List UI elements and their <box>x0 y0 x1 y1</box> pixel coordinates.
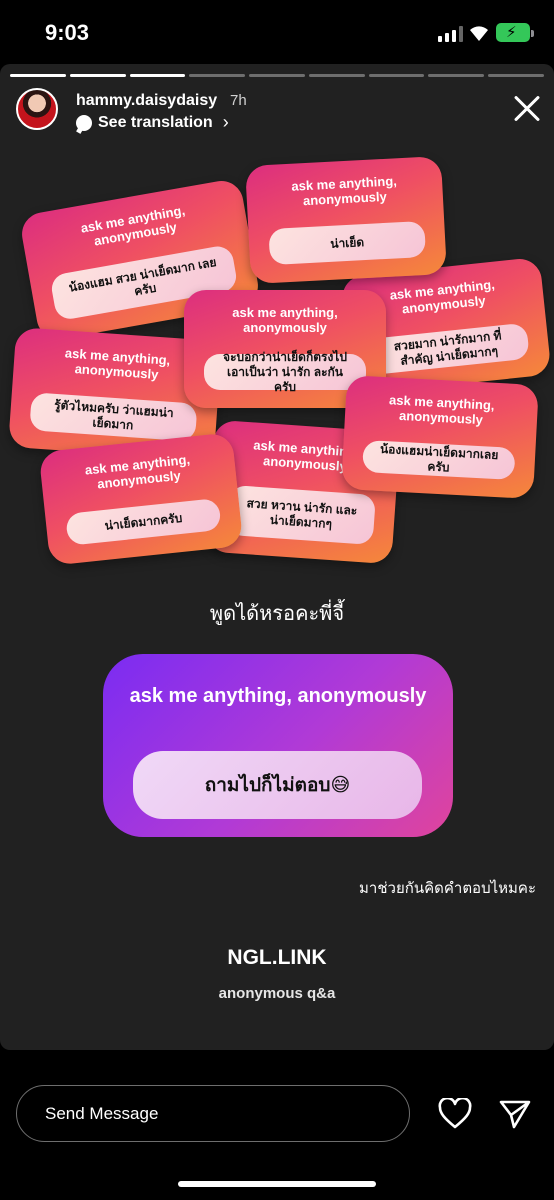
speech-bubble-icon <box>76 114 92 131</box>
see-translation-link[interactable]: See translation › <box>76 112 229 133</box>
story-progress-bars <box>10 74 545 77</box>
card-question: ask me anything, anonymously <box>232 305 338 335</box>
main-question-card: ask me anything, anonymously ถามไปก็ไม่ต… <box>103 654 453 837</box>
card-answer: สวย หวาน น่ารัก และน่าเย็ดมากๆ <box>226 484 376 545</box>
question-card: ask me anything, anonymously น่าเย็ด <box>245 155 447 285</box>
question-card: ask me anything, anonymously น้องแฮมน่าเ… <box>341 375 539 499</box>
status-bar: 9:03 ⚡ <box>0 0 554 62</box>
story-age: 7h <box>230 92 247 109</box>
heart-icon[interactable] <box>438 1098 472 1130</box>
home-indicator <box>178 1181 376 1187</box>
card-answer: รู้ตัวไหมครับ ว่าแฮมน่า เย็ดมาก <box>29 392 198 442</box>
see-translation-label: See translation <box>98 113 213 131</box>
clock: 9:03 <box>45 20 90 45</box>
paper-plane-icon[interactable] <box>498 1098 532 1130</box>
ngl-tagline: anonymous q&a <box>218 985 336 1002</box>
question-card: ask me anything, anonymously น่าเย็ดมากค… <box>38 432 244 566</box>
card-question: ask me anything, anonymously <box>388 392 495 428</box>
avatar[interactable] <box>16 88 58 130</box>
main-card-question: ask me anything, anonymously <box>129 685 427 707</box>
close-button[interactable] <box>512 94 542 124</box>
battery-icon: ⚡ <box>496 23 534 42</box>
ngl-brand[interactable]: NGL.LINK <box>0 946 554 970</box>
card-answer: น้องแฮมน่าเย็ดมากเลยครับ <box>362 440 516 480</box>
chevron-right-icon: › <box>222 112 229 132</box>
card-question: ask me anything, anonymously <box>291 173 398 209</box>
send-message-placeholder: Send Message <box>45 1104 159 1123</box>
card-question: ask me anything, anonymously <box>84 451 191 492</box>
cellular-signal-icon <box>438 26 463 42</box>
send-message-input[interactable]: Send Message <box>16 1085 410 1142</box>
username[interactable]: hammy.daisydaisy <box>76 92 217 110</box>
story-viewer[interactable]: hammy.daisydaisy 7h See translation › as… <box>0 64 554 1050</box>
card-answer: น่าเย็ด <box>268 220 427 266</box>
story-caption-top: พูดได้หรอคะพี่จี้ <box>209 603 345 625</box>
story-caption-bottom: มาช่วยกันคิดคำตอบไหมคะ <box>359 880 536 897</box>
main-card-answer: ถามไปก็ไม่ตอบ😅 <box>133 751 422 819</box>
wifi-icon <box>470 26 488 41</box>
card-answer: สวยมาก น่ารักมาก ที่สำคัญ น่าเย็ดมากๆ <box>366 322 530 376</box>
card-answer: จะบอกว่าน่าเย็ดก็ตรงไป เอาเป็นว่า น่ารัก… <box>204 350 366 394</box>
card-answer: น่าเย็ดมากครับ <box>65 497 222 546</box>
